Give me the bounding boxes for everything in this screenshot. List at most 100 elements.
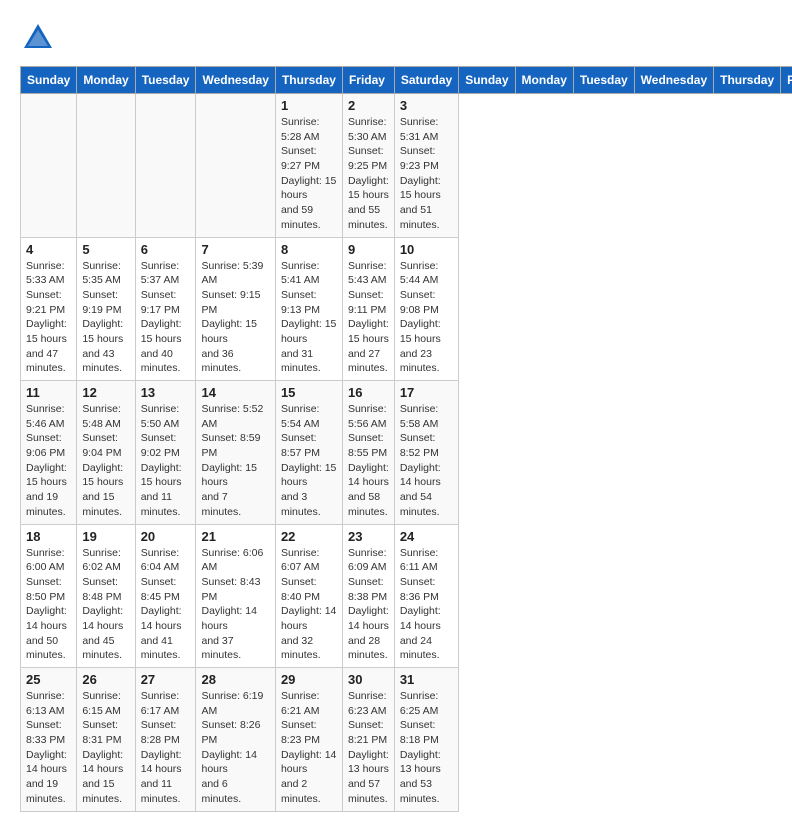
calendar-cell: 15 Sunrise: 5:54 AM Sunset: 8:57 PM Dayli… xyxy=(275,381,342,525)
calendar-cell xyxy=(135,94,196,238)
calendar-cell: 5 Sunrise: 5:35 AM Sunset: 9:19 PM Daylig… xyxy=(77,237,135,381)
day-number: 26 xyxy=(82,672,129,687)
day-number: 9 xyxy=(348,242,389,257)
day-info: Sunrise: 5:46 AM Sunset: 9:06 PM Dayligh… xyxy=(26,402,71,520)
calendar-cell: 29Sunrise: 6:21 AM Sunset: 8:23 PM Dayli… xyxy=(275,668,342,812)
day-info: Sunrise: 5:28 AM Sunset: 9:27 PM Dayligh… xyxy=(281,115,337,233)
calendar-cell: 6 Sunrise: 5:37 AM Sunset: 9:17 PM Daylig… xyxy=(135,237,196,381)
day-number: 25 xyxy=(26,672,71,687)
calendar-cell: 17Sunrise: 5:58 AM Sunset: 8:52 PM Dayli… xyxy=(394,381,458,525)
day-number: 5 xyxy=(82,242,129,257)
day-number: 16 xyxy=(348,385,389,400)
day-info: Sunrise: 6:13 AM Sunset: 8:33 PM Dayligh… xyxy=(26,689,71,807)
day-header-thursday: Thursday xyxy=(275,67,342,94)
logo xyxy=(20,20,60,56)
day-header-friday: Friday xyxy=(781,67,792,94)
calendar-cell: 12Sunrise: 5:48 AM Sunset: 9:04 PM Dayli… xyxy=(77,381,135,525)
day-info: Sunrise: 6:00 AM Sunset: 8:50 PM Dayligh… xyxy=(26,546,71,664)
day-number: 4 xyxy=(26,242,71,257)
calendar-cell: 22Sunrise: 6:07 AM Sunset: 8:40 PM Dayli… xyxy=(275,524,342,668)
day-header-sunday: Sunday xyxy=(21,67,77,94)
calendar-cell: 31 Sunrise: 6:25 AM Sunset: 8:18 PM Dayli… xyxy=(394,668,458,812)
day-number: 24 xyxy=(400,529,453,544)
day-info: Sunrise: 6:06 AM Sunset: 8:43 PM Dayligh… xyxy=(201,546,269,664)
calendar-cell xyxy=(77,94,135,238)
day-header-monday: Monday xyxy=(515,67,573,94)
day-number: 14 xyxy=(201,385,269,400)
day-info: Sunrise: 5:43 AM Sunset: 9:11 PM Dayligh… xyxy=(348,259,389,377)
day-info: Sunrise: 6:25 AM Sunset: 8:18 PM Dayligh… xyxy=(400,689,453,807)
day-number: 31 xyxy=(400,672,453,687)
calendar-cell: 18 Sunrise: 6:00 AM Sunset: 8:50 PM Dayli… xyxy=(21,524,77,668)
day-info: Sunrise: 6:17 AM Sunset: 8:28 PM Dayligh… xyxy=(141,689,191,807)
day-number: 19 xyxy=(82,529,129,544)
day-info: Sunrise: 5:35 AM Sunset: 9:19 PM Dayligh… xyxy=(82,259,129,377)
calendar-cell: 4Sunrise: 5:33 AM Sunset: 9:21 PM Daylig… xyxy=(21,237,77,381)
calendar-cell: 16 Sunrise: 5:56 AM Sunset: 8:55 PM Dayli… xyxy=(342,381,394,525)
day-number: 11 xyxy=(26,385,71,400)
calendar-week-row: 4Sunrise: 5:33 AM Sunset: 9:21 PM Daylig… xyxy=(21,237,792,381)
day-number: 10 xyxy=(400,242,453,257)
calendar-week-row: 25 Sunrise: 6:13 AM Sunset: 8:33 PM Dayli… xyxy=(21,668,792,812)
day-header-sunday: Sunday xyxy=(459,67,515,94)
day-header-wednesday: Wednesday xyxy=(196,67,275,94)
calendar-cell xyxy=(196,94,275,238)
day-number: 27 xyxy=(141,672,191,687)
calendar-cell: 25 Sunrise: 6:13 AM Sunset: 8:33 PM Dayli… xyxy=(21,668,77,812)
day-info: Sunrise: 6:19 AM Sunset: 8:26 PM Dayligh… xyxy=(201,689,269,807)
calendar-cell: 28 Sunrise: 6:19 AM Sunset: 8:26 PM Dayli… xyxy=(196,668,275,812)
calendar-cell: 30 Sunrise: 6:23 AM Sunset: 8:21 PM Dayli… xyxy=(342,668,394,812)
calendar-cell: 19Sunrise: 6:02 AM Sunset: 8:48 PM Dayli… xyxy=(77,524,135,668)
day-number: 29 xyxy=(281,672,337,687)
day-number: 18 xyxy=(26,529,71,544)
calendar-cell: 9 Sunrise: 5:43 AM Sunset: 9:11 PM Daylig… xyxy=(342,237,394,381)
calendar-cell: 7Sunrise: 5:39 AM Sunset: 9:15 PM Daylig… xyxy=(196,237,275,381)
day-info: Sunrise: 5:44 AM Sunset: 9:08 PM Dayligh… xyxy=(400,259,453,377)
logo-icon xyxy=(20,20,56,56)
calendar-cell: 20 Sunrise: 6:04 AM Sunset: 8:45 PM Dayli… xyxy=(135,524,196,668)
day-number: 15 xyxy=(281,385,337,400)
day-info: Sunrise: 5:48 AM Sunset: 9:04 PM Dayligh… xyxy=(82,402,129,520)
day-header-thursday: Thursday xyxy=(714,67,781,94)
day-info: Sunrise: 5:56 AM Sunset: 8:55 PM Dayligh… xyxy=(348,402,389,520)
day-header-monday: Monday xyxy=(77,67,135,94)
calendar-cell: 11 Sunrise: 5:46 AM Sunset: 9:06 PM Dayli… xyxy=(21,381,77,525)
day-number: 17 xyxy=(400,385,453,400)
day-number: 28 xyxy=(201,672,269,687)
day-number: 30 xyxy=(348,672,389,687)
day-info: Sunrise: 5:41 AM Sunset: 9:13 PM Dayligh… xyxy=(281,259,337,377)
calendar-cell: 21Sunrise: 6:06 AM Sunset: 8:43 PM Dayli… xyxy=(196,524,275,668)
day-info: Sunrise: 6:15 AM Sunset: 8:31 PM Dayligh… xyxy=(82,689,129,807)
day-header-friday: Friday xyxy=(342,67,394,94)
day-number: 23 xyxy=(348,529,389,544)
day-number: 20 xyxy=(141,529,191,544)
calendar-week-row: 1Sunrise: 5:28 AM Sunset: 9:27 PM Daylig… xyxy=(21,94,792,238)
day-number: 7 xyxy=(201,242,269,257)
calendar-week-row: 18 Sunrise: 6:00 AM Sunset: 8:50 PM Dayli… xyxy=(21,524,792,668)
calendar-cell: 26 Sunrise: 6:15 AM Sunset: 8:31 PM Dayli… xyxy=(77,668,135,812)
calendar-cell xyxy=(21,94,77,238)
calendar-cell: 3Sunrise: 5:31 AM Sunset: 9:23 PM Daylig… xyxy=(394,94,458,238)
calendar-cell: 10 Sunrise: 5:44 AM Sunset: 9:08 PM Dayli… xyxy=(394,237,458,381)
day-info: Sunrise: 5:54 AM Sunset: 8:57 PM Dayligh… xyxy=(281,402,337,520)
day-header-wednesday: Wednesday xyxy=(634,67,713,94)
calendar-cell: 23Sunrise: 6:09 AM Sunset: 8:38 PM Dayli… xyxy=(342,524,394,668)
day-number: 13 xyxy=(141,385,191,400)
calendar-cell: 13 Sunrise: 5:50 AM Sunset: 9:02 PM Dayli… xyxy=(135,381,196,525)
day-number: 3 xyxy=(400,98,453,113)
day-info: Sunrise: 6:23 AM Sunset: 8:21 PM Dayligh… xyxy=(348,689,389,807)
calendar-cell: 8 Sunrise: 5:41 AM Sunset: 9:13 PM Daylig… xyxy=(275,237,342,381)
calendar-cell: 27 Sunrise: 6:17 AM Sunset: 8:28 PM Dayli… xyxy=(135,668,196,812)
calendar-header-row: SundayMondayTuesdayWednesdayThursdayFrid… xyxy=(21,67,792,94)
day-info: Sunrise: 6:04 AM Sunset: 8:45 PM Dayligh… xyxy=(141,546,191,664)
day-info: Sunrise: 5:50 AM Sunset: 9:02 PM Dayligh… xyxy=(141,402,191,520)
day-number: 8 xyxy=(281,242,337,257)
day-number: 6 xyxy=(141,242,191,257)
day-info: Sunrise: 5:52 AM Sunset: 8:59 PM Dayligh… xyxy=(201,402,269,520)
day-info: Sunrise: 6:07 AM Sunset: 8:40 PM Dayligh… xyxy=(281,546,337,664)
day-info: Sunrise: 6:11 AM Sunset: 8:36 PM Dayligh… xyxy=(400,546,453,664)
calendar-cell: 14 Sunrise: 5:52 AM Sunset: 8:59 PM Dayli… xyxy=(196,381,275,525)
day-info: Sunrise: 5:37 AM Sunset: 9:17 PM Dayligh… xyxy=(141,259,191,377)
calendar-cell: 2Sunrise: 5:30 AM Sunset: 9:25 PM Daylig… xyxy=(342,94,394,238)
page-header xyxy=(20,20,772,56)
